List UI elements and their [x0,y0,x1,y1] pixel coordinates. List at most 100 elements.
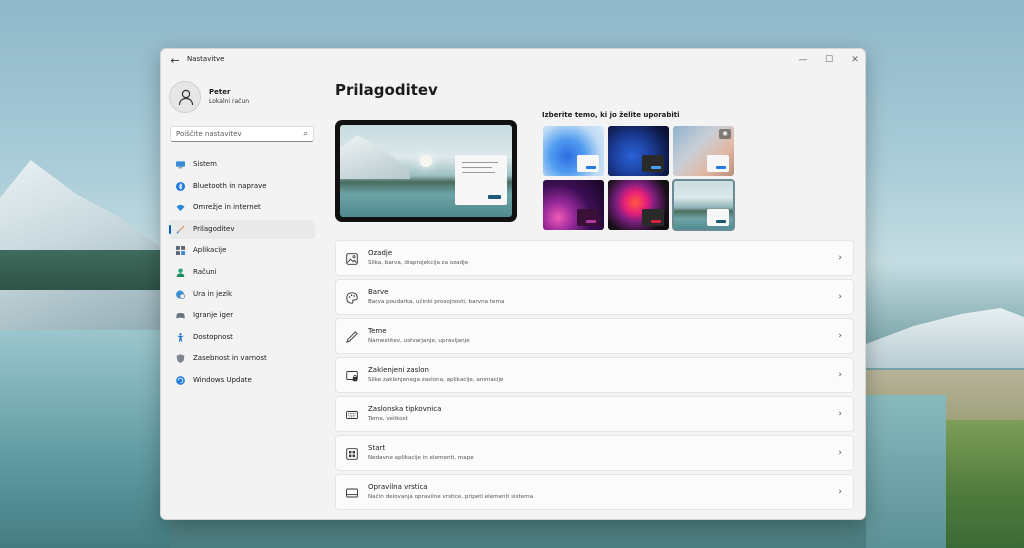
preview-sun [420,155,432,167]
page-title: Prilagoditev [335,81,438,99]
theme-preview [335,120,517,222]
card-touch-keyboard[interactable]: Zaslonska tipkovnica Teme, velikost › [335,396,854,432]
chevron-right-icon: › [838,370,842,380]
sidebar-item-label: Zasebnost in varnost [193,354,267,363]
taskbar-icon [346,488,358,498]
monitor-icon [176,161,185,169]
sidebar-item-network[interactable]: Omrežje in internet [169,198,315,217]
settings-cards: Ozadje Slika, barva, diaprojekcija za oz… [335,240,854,513]
sidebar-item-apps[interactable]: Aplikacije [169,241,315,260]
theme-picker: ◉ [543,126,735,231]
sidebar-item-accessibility[interactable]: Dostopnost [169,328,315,347]
start-icon [346,448,358,460]
wallpaper-forest-left [0,250,170,290]
sidebar-item-label: Prilagoditev [193,224,235,233]
search-icon[interactable]: ⌕ [304,129,308,139]
back-button[interactable]: ← [167,53,183,69]
tile-accent [651,166,661,169]
card-themes[interactable]: Teme Namestitev, ustvarjanje, upravljanj… [335,318,854,354]
tile-window [707,155,729,172]
card-background[interactable]: Ozadje Slika, barva, diaprojekcija za oz… [335,240,854,276]
preview-wallpaper [340,125,512,217]
card-subtitle: Slike zaklenjenega zaslona, aplikacije, … [368,377,504,383]
tile-window [642,155,664,172]
globe-clock-icon [176,290,185,299]
update-icon [176,376,185,385]
search-placeholder: Poiščite nastavitev [176,130,242,138]
preview-mountain [340,135,410,179]
sidebar-item-bluetooth[interactable]: Bluetooth in naprave [169,177,315,196]
sidebar-item-windows-update[interactable]: Windows Update [169,371,315,390]
card-subtitle: Slika, barva, diaprojekcija za ozadje [368,260,469,266]
card-title: Teme [368,327,387,335]
card-title: Zaklenjeni zaslon [368,366,429,374]
theme-heading: Izberite temo, ki jo želite uporabiti [542,111,680,119]
tile-window [577,155,599,172]
card-subtitle: Barva poudarka, učinki prosojnosti, barv… [368,299,505,305]
card-subtitle: Namestitev, ustvarjanje, upravljanje [368,338,470,344]
sidebar-item-gaming[interactable]: Igranje iger [169,306,315,325]
card-title: Opravilna vrstica [368,483,428,491]
preview-line [462,162,498,163]
card-title: Start [368,444,386,452]
tile-accent [651,220,661,223]
lock-screen-icon [346,371,358,382]
card-start[interactable]: Start Nedavne aplikacije in elementi, ma… [335,435,854,471]
tile-window [577,209,599,226]
settings-window: ← Nastavitve — ☐ ✕ Peter Lokalni račun P… [160,48,866,520]
card-taskbar[interactable]: Opravilna vrstica Način delovanja opravi… [335,474,854,510]
card-colors[interactable]: Barve Barva poudarka, učinki prosojnosti… [335,279,854,315]
sidebar-item-label: Aplikacije [193,246,227,255]
sidebar-item-time-language[interactable]: Ura in jezik [169,285,315,304]
tile-accent [586,166,596,169]
theme-tile-flow[interactable] [672,179,735,231]
minimize-button[interactable]: — [791,51,815,69]
chevron-right-icon: › [838,487,842,497]
person-icon [176,268,185,277]
card-subtitle: Teme, velikost [368,416,408,422]
chevron-right-icon: › [838,331,842,341]
sidebar-item-personalization[interactable]: Prilagoditev [169,219,315,239]
theme-tile-windows-dark[interactable] [608,126,669,176]
chevron-right-icon: › [838,253,842,263]
wallpaper-mountain-right [866,308,1024,368]
bluetooth-icon [176,181,185,191]
theme-tile-glow[interactable] [543,180,604,230]
tile-window [707,209,729,226]
sidebar-item-label: Sistem [193,160,217,168]
shield-icon [176,354,185,364]
card-title: Ozadje [368,249,393,257]
tile-accent [716,166,726,169]
accessibility-icon [176,332,185,342]
sidebar-item-privacy[interactable]: Zasebnost in varnost [169,349,315,368]
preview-accent-button [488,195,501,199]
preview-line [462,167,492,168]
theme-tile-spotlight[interactable]: ◉ [673,126,734,176]
card-title: Barve [368,288,389,296]
avatar [169,81,201,113]
sidebar-item-label: Bluetooth in naprave [193,181,267,190]
card-subtitle: Nedavne aplikacije in elementi, mape [368,455,474,461]
person-avatar-icon [178,89,194,106]
card-lock-screen[interactable]: Zaklenjeni zaslon Slike zaklenjenega zas… [335,357,854,393]
sidebar-item-sistem[interactable]: Sistem [169,155,315,174]
user-profile[interactable]: Peter Lokalni račun [169,81,319,115]
sidebar-item-label: Računi [193,267,217,276]
pen-icon [346,331,358,343]
sidebar-item-label: Dostopnost [193,332,233,341]
sidebar-item-accounts[interactable]: Računi [169,263,315,282]
search-input[interactable]: Poiščite nastavitev ⌕ [170,126,314,142]
wifi-icon [176,204,185,212]
chevron-right-icon: › [838,409,842,419]
tile-accent [716,220,726,223]
picture-icon [346,253,358,265]
sidebar-nav: Sistem Bluetooth in naprave Omrežje in i… [169,155,315,393]
theme-tile-windows-light[interactable] [543,126,604,176]
keyboard-icon [346,411,358,419]
maximize-button[interactable]: ☐ [817,51,841,69]
gamepad-icon [176,313,185,319]
close-button[interactable]: ✕ [843,51,865,69]
theme-tile-captured-motion[interactable] [608,180,669,230]
sidebar-item-label: Windows Update [193,375,252,384]
sidebar-item-label: Igranje iger [193,311,234,320]
